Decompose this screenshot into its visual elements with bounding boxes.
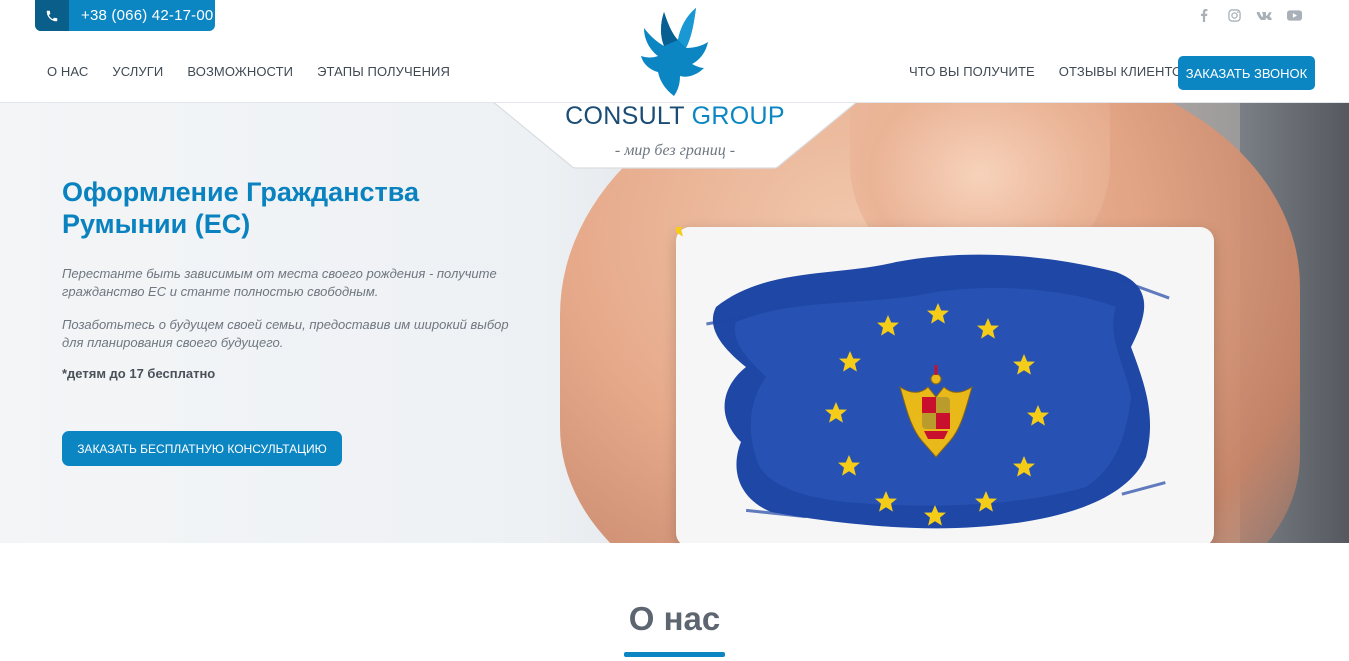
youtube-icon[interactable] <box>1286 8 1302 22</box>
hero-title: Оформление Гражданства Румынии (ЕС) <box>62 177 419 239</box>
eu-romania-card-image <box>665 216 1214 543</box>
about-title-underline <box>624 652 725 657</box>
phone-contact[interactable]: +38 (066) 42-17-00 <box>35 0 215 31</box>
logo-name-part1: CONSULT <box>565 102 685 130</box>
logo-name-part2: GROUP <box>691 102 785 130</box>
nav-item-stages[interactable]: ЭТАПЫ ПОЛУЧЕНИЯ <box>317 64 450 79</box>
nav-item-benefits[interactable]: ЧТО ВЫ ПОЛУЧИТЕ <box>909 64 1035 79</box>
instagram-icon[interactable] <box>1226 8 1242 22</box>
phone-number: +38 (066) 42-17-00 <box>81 7 214 24</box>
logo-text: CONSULT GROUP <box>560 102 790 130</box>
nav-item-about[interactable]: О НАС <box>47 64 88 79</box>
hero-note: *детям до 17 бесплатно <box>62 366 216 381</box>
main-nav-left: О НАС УСЛУГИ ВОЗМОЖНОСТИ ЭТАПЫ ПОЛУЧЕНИЯ <box>47 64 450 79</box>
dove-logo-icon <box>638 6 712 103</box>
free-consultation-button[interactable]: ЗАКАЗАТЬ БЕСПЛАТНУЮ КОНСУЛЬТАЦИЮ <box>62 431 342 466</box>
hero-paragraph-1: Перестанте быть зависимым от места своег… <box>62 266 497 299</box>
logo-tagline: - мир без границ - <box>614 142 736 159</box>
vk-icon[interactable] <box>1256 8 1272 22</box>
hero-paragraph-2: Позаботьтесь о будущем своей семьи, пред… <box>62 317 509 350</box>
main-nav-right: ЧТО ВЫ ПОЛУЧИТЕ ОТЗЫВЫ КЛИЕНТОВ <box>909 64 1191 79</box>
social-links <box>1196 8 1302 22</box>
site-logo[interactable]: CONSULT GROUP - мир без границ - <box>560 6 790 166</box>
phone-icon <box>35 0 69 31</box>
nav-item-reviews[interactable]: ОТЗЫВЫ КЛИЕНТОВ <box>1059 64 1191 79</box>
about-section-title: О нас <box>628 600 721 637</box>
facebook-icon[interactable] <box>1196 8 1212 22</box>
nav-item-services[interactable]: УСЛУГИ <box>112 64 163 79</box>
order-call-button[interactable]: ЗАКАЗАТЬ ЗВОНОК <box>1178 56 1315 90</box>
nav-item-opportunities[interactable]: ВОЗМОЖНОСТИ <box>187 64 293 79</box>
